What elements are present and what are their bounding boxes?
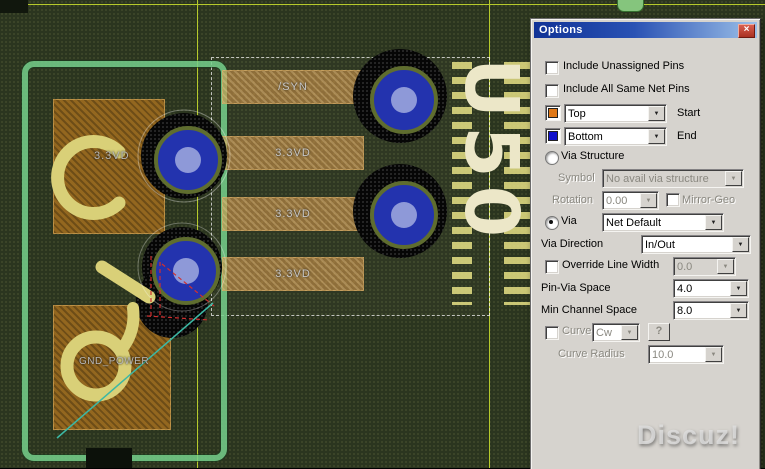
via-select[interactable]: Net Default ▼ <box>602 213 724 232</box>
via-structure-label: Via Structure <box>561 150 625 162</box>
via-direction-value: In/Out <box>645 239 675 251</box>
override-line-width-checkbox[interactable] <box>545 260 559 274</box>
include-same-net-pins-label: Include All Same Net Pins <box>563 83 690 95</box>
end-layer-color-swatch[interactable] <box>545 128 561 144</box>
net-label: GND_POWER <box>79 356 150 367</box>
copper-pad-row[interactable]: 3.3VD <box>222 136 364 170</box>
end-layer-color-fill <box>548 131 558 141</box>
symbol-label: Symbol <box>558 172 595 184</box>
via[interactable] <box>370 181 438 249</box>
top-green-pad[interactable] <box>617 0 644 12</box>
dropdown-arrow-icon: ▼ <box>640 193 657 208</box>
rotation-value: 0.00 <box>606 195 628 207</box>
min-channel-space-label: Min Channel Space <box>541 304 638 316</box>
via-direction-label: Via Direction <box>541 238 604 250</box>
min-channel-space-value: 8.0 <box>677 305 693 317</box>
dropdown-arrow-icon: ▼ <box>705 347 722 362</box>
start-layer-color-swatch[interactable] <box>545 105 561 121</box>
close-button[interactable]: × <box>738 24 755 38</box>
pin-via-space-label: Pin-Via Space <box>541 282 611 294</box>
copper-pad-row[interactable]: 3.3VD <box>222 257 364 291</box>
rotation-label: Rotation <box>552 194 593 206</box>
curve-direction-select: Cw ▼ <box>592 323 640 342</box>
include-unassigned-pins-label: Include Unassigned Pins <box>563 60 685 72</box>
component-refdes: U50 <box>448 58 534 246</box>
mirror-geo-checkbox <box>666 193 680 207</box>
min-channel-space-select[interactable]: 8.0 ▼ <box>673 301 749 320</box>
net-label: 3.3VD <box>275 147 311 159</box>
dropdown-arrow-icon[interactable]: ▼ <box>730 303 747 318</box>
dialog-title: Options <box>539 24 583 36</box>
curve-radius-label: Curve Radius <box>558 348 625 360</box>
net-label: /SYN <box>278 81 308 93</box>
dropdown-arrow-icon[interactable]: ▼ <box>648 129 665 144</box>
dropdown-arrow-icon: ▼ <box>717 259 734 274</box>
via[interactable] <box>370 66 438 134</box>
symbol-select: No avail via structure ▼ <box>602 169 744 188</box>
net-label: 3.3VD <box>94 150 130 162</box>
net-label: 3.3VD <box>275 268 311 280</box>
dialog-titlebar[interactable]: Options <box>534 22 757 38</box>
crosshair-horizontal-line <box>0 4 765 5</box>
dropdown-arrow-icon[interactable]: ▼ <box>648 106 665 121</box>
start-layer-value: Top <box>568 108 586 120</box>
close-icon: × <box>743 24 750 35</box>
pin-via-space-value: 4.0 <box>677 283 693 295</box>
corner-block <box>0 0 28 13</box>
copper-pad-row[interactable]: /SYN <box>222 70 364 104</box>
mirror-geo-label: Mirror-Geo <box>682 194 736 206</box>
curve-checkbox <box>545 326 559 340</box>
pin-via-space-select[interactable]: 4.0 ▼ <box>673 279 749 298</box>
symbol-value: No avail via structure <box>606 173 709 185</box>
via-direction-select[interactable]: In/Out ▼ <box>641 235 751 254</box>
end-layer-select[interactable]: Bottom ▼ <box>564 127 667 146</box>
include-unassigned-pins-checkbox[interactable] <box>545 61 559 75</box>
curve-radius-select: 10.0 ▼ <box>648 345 724 364</box>
dropdown-arrow-icon[interactable]: ▼ <box>730 281 747 296</box>
via-label: Via <box>561 215 577 227</box>
end-label: End <box>677 130 697 142</box>
help-button: ? <box>648 323 670 341</box>
copper-pad-row[interactable]: 3.3VD <box>222 197 364 231</box>
start-layer-color-fill <box>548 108 558 118</box>
dropdown-arrow-icon[interactable]: ▼ <box>705 215 722 230</box>
curve-label: Curve <box>562 325 592 337</box>
override-line-width-field: 0.0 ▼ <box>673 257 736 276</box>
override-line-width-label: Override Line Width <box>562 259 660 271</box>
dropdown-arrow-icon: ▼ <box>621 325 638 340</box>
help-icon: ? <box>655 325 663 337</box>
bottom-slot <box>86 448 132 468</box>
via[interactable] <box>152 237 220 305</box>
via-value: Net Default <box>606 217 662 229</box>
options-dialog: Options × Include Unassigned Pins Includ… <box>530 18 761 469</box>
start-layer-select[interactable]: Top ▼ <box>564 104 667 123</box>
start-label: Start <box>677 107 701 119</box>
curve-direction-value: Cw <box>596 327 612 339</box>
net-label: 3.3VD <box>275 208 311 220</box>
include-same-net-pins-checkbox[interactable] <box>545 84 559 98</box>
forum-watermark: Discuz! <box>637 420 741 450</box>
via[interactable] <box>154 126 222 194</box>
rotation-select: 0.00 ▼ <box>602 191 659 210</box>
dropdown-arrow-icon[interactable]: ▼ <box>732 237 749 252</box>
curve-radius-value: 10.0 <box>652 349 674 361</box>
dropdown-arrow-icon: ▼ <box>725 171 742 186</box>
override-line-width-value: 0.0 <box>677 261 693 273</box>
via-radio[interactable] <box>545 216 559 230</box>
end-layer-value: Bottom <box>568 131 603 143</box>
via-structure-radio[interactable] <box>545 151 559 165</box>
